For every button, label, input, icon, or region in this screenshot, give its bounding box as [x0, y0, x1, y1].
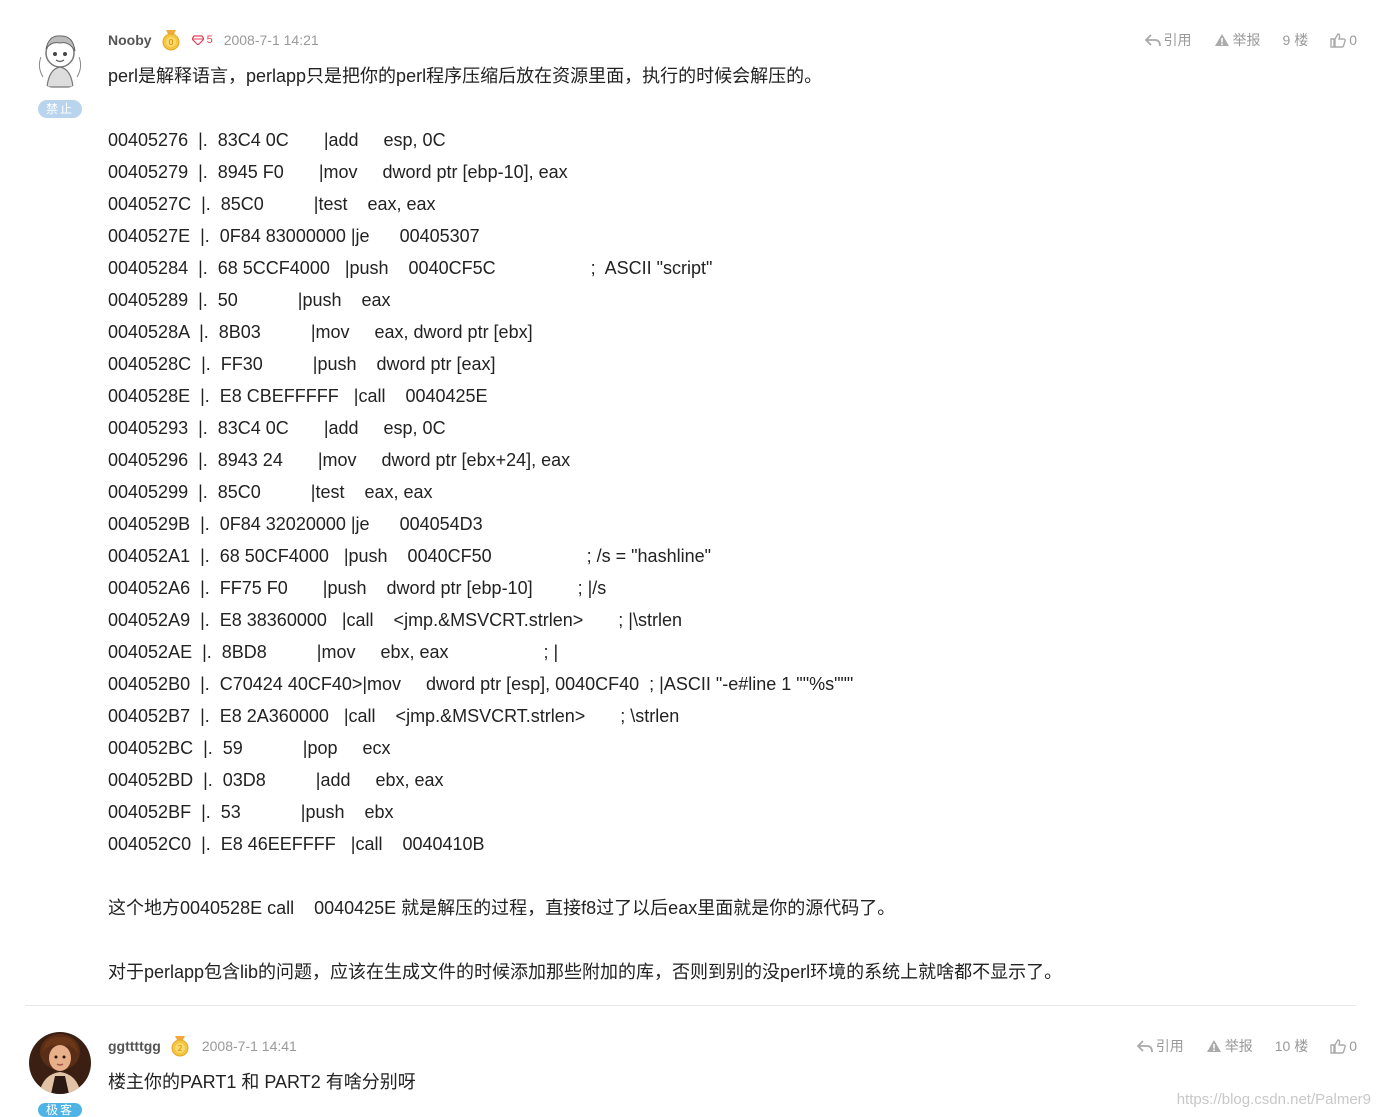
comment-post: 极客 ggttttgg 2 2008-7-1 14:41 引用 举报 10 楼 [0, 1006, 1381, 1117]
reply-arrow-icon [1144, 34, 1161, 47]
content-line: 004052B7 |. E8 2A360000 |call <jmp.&MSVC… [108, 706, 680, 726]
username[interactable]: ggttttgg [108, 1038, 161, 1054]
svg-text:0: 0 [168, 38, 173, 47]
level-medal-icon: 2 [169, 1035, 191, 1057]
report-button[interactable]: 举报 [1206, 1036, 1253, 1056]
like-button[interactable]: 0 [1330, 1038, 1357, 1054]
quote-label: 引用 [1155, 1038, 1184, 1054]
gem-level: 5 [206, 34, 213, 46]
content-line: 00405279 |. 8945 F0 |mov dword ptr [ebp-… [108, 162, 568, 182]
content-line: 0040527E |. 0F84 83000000 |je 00405307 [108, 226, 480, 246]
post-content: perl是解释语言，perlapp只是把你的perl程序压缩后放在资源里面，执行… [108, 60, 1357, 988]
like-button[interactable]: 0 [1330, 32, 1357, 48]
gem-icon [191, 35, 204, 45]
content-line: 00405289 |. 50 |push eax [108, 290, 391, 310]
post-time: 2008-7-1 14:41 [201, 1038, 297, 1054]
warning-icon [1206, 1040, 1221, 1052]
quote-button[interactable]: 引用 [1144, 30, 1192, 50]
floor-number: 9 楼 [1282, 32, 1309, 48]
content-line: 00405284 |. 68 5CCF4000 |push 0040CF5C ;… [108, 258, 713, 278]
post-content: 楼主你的PART1 和 PART2 有啥分别呀 [108, 1066, 1357, 1098]
gem-badge: 5 [191, 34, 213, 46]
content-line: 00405296 |. 8943 24 |mov dword ptr [ebx+… [108, 450, 571, 470]
report-label: 举报 [1224, 1038, 1253, 1054]
reply-arrow-icon [1136, 1040, 1153, 1053]
content-line: 0040527C |. 85C0 |test eax, eax [108, 194, 436, 214]
quote-button[interactable]: 引用 [1136, 1036, 1184, 1056]
warning-icon [1214, 34, 1229, 46]
post-actions: 引用 举报 9 楼 0 [1123, 30, 1357, 50]
content-line: 00405276 |. 83C4 0C |add esp, 0C [108, 130, 446, 150]
post-header: Nooby 0 5 2008-7-1 14:21 引用 举报 9 楼 0 [108, 29, 1357, 51]
post-time: 2008-7-1 14:21 [223, 32, 319, 48]
content-line: 004052A9 |. E8 38360000 |call <jmp.&MSVC… [108, 610, 682, 630]
quote-label: 引用 [1163, 32, 1192, 48]
content-line: perl是解释语言，perlapp只是把你的perl程序压缩后放在资源里面，执行… [108, 66, 823, 86]
content-line: 0040528E |. E8 CBEFFFFF |call 0040425E [108, 386, 488, 406]
comment-post: 禁止 Nooby 0 5 2008-7-1 14:21 引用 举报 9 楼 0 … [0, 0, 1381, 1006]
level-number: 2 [177, 1044, 182, 1053]
watermark: https://blog.csdn.net/Palmer9 [1176, 1091, 1371, 1108]
content-line: 0040528A |. 8B03 |mov eax, dword ptr [eb… [108, 322, 533, 342]
content-line: 0040528C |. FF30 |push dword ptr [eax] [108, 354, 496, 374]
content-line: 004052BC |. 59 |pop ecx [108, 738, 391, 758]
username[interactable]: Nooby [108, 32, 152, 48]
content-line: 00405299 |. 85C0 |test eax, eax [108, 482, 433, 502]
content-line: 004052BD |. 03D8 |add ebx, eax [108, 770, 444, 790]
content-line: 004052AE |. 8BD8 |mov ebx, eax ; | [108, 642, 559, 662]
content-line: 004052C0 |. E8 46EEFFFF |call 0040410B [108, 834, 485, 854]
thumbs-up-icon [1330, 1038, 1347, 1054]
report-label: 举报 [1232, 32, 1261, 48]
content-line: 0040529B |. 0F84 32020000 |je 004054D3 [108, 514, 483, 534]
content-line: 004052BF |. 53 |push ebx [108, 802, 394, 822]
post-header: ggttttgg 2 2008-7-1 14:41 引用 举报 10 楼 0 [108, 1035, 1357, 1057]
floor-number: 10 楼 [1274, 1038, 1309, 1054]
content-line: 004052A1 |. 68 50CF4000 |push 0040CF50 ;… [108, 546, 711, 566]
like-count: 0 [1349, 1038, 1357, 1054]
content-line: 楼主你的PART1 和 PART2 有啥分别呀 [108, 1072, 416, 1092]
user-status-badge: 禁止 [38, 100, 82, 118]
level-medal-icon: 0 [160, 29, 182, 51]
avatar[interactable] [29, 27, 91, 89]
like-count: 0 [1349, 32, 1357, 48]
user-status-badge: 极客 [38, 1103, 82, 1117]
content-line: 这个地方0040528E call 0040425E 就是解压的过程，直接f8过… [108, 898, 896, 918]
thumbs-up-icon [1330, 32, 1347, 48]
content-line: 004052B0 |. C70424 40CF40>|mov dword ptr… [108, 674, 854, 694]
report-button[interactable]: 举报 [1214, 30, 1261, 50]
content-line: 004052A6 |. FF75 F0 |push dword ptr [ebp… [108, 578, 607, 598]
content-line: 00405293 |. 83C4 0C |add esp, 0C [108, 418, 446, 438]
avatar[interactable] [29, 1032, 91, 1094]
post-actions: 引用 举报 10 楼 0 [1115, 1036, 1357, 1056]
content-line: 对于perlapp包含lib的问题，应该在生成文件的时候添加那些附加的库，否则到… [108, 962, 1063, 982]
